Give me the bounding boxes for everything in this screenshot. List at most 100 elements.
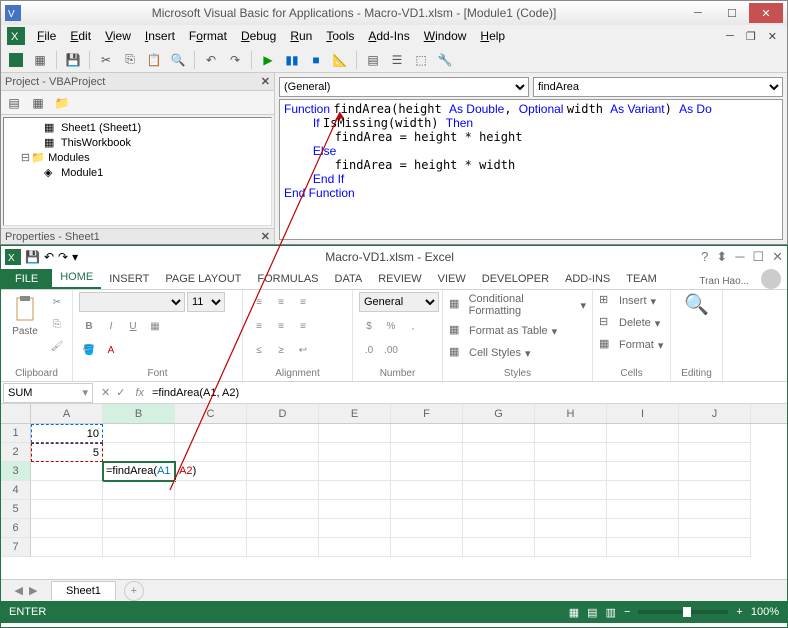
view-excel-icon[interactable]	[5, 49, 27, 71]
project-tree[interactable]: ▦ Sheet1 (Sheet1) ▦ ThisWorkbook ⊟📁 Modu…	[3, 117, 272, 226]
copy-icon[interactable]: ⎘	[47, 314, 67, 334]
format-painter-icon[interactable]: 🖌	[47, 336, 67, 356]
align-center-icon[interactable]: ≡	[271, 316, 291, 336]
align-right-icon[interactable]: ≡	[293, 316, 313, 336]
increase-decimal-icon[interactable]: .0	[359, 340, 379, 360]
align-middle-icon[interactable]: ≡	[271, 292, 291, 312]
tree-module1[interactable]: ◈ Module1	[6, 165, 269, 180]
cell-a2[interactable]: 5	[31, 443, 103, 462]
tab-review[interactable]: REVIEW	[370, 269, 429, 289]
fill-color-icon[interactable]: 🪣	[79, 340, 99, 360]
formula-bar[interactable]: =findArea(A1, A2)	[148, 387, 787, 399]
tab-data[interactable]: DATA	[327, 269, 371, 289]
cancel-icon[interactable]: ✕	[101, 386, 110, 399]
view-object-icon[interactable]: ▦	[27, 92, 49, 114]
font-size-select[interactable]: 11	[187, 292, 225, 312]
conditional-formatting-button[interactable]: ▦Conditional Formatting ▾	[449, 292, 586, 318]
col-header-h[interactable]: H	[535, 404, 607, 423]
col-header-j[interactable]: J	[679, 404, 751, 423]
tab-page-layout[interactable]: PAGE LAYOUT	[157, 269, 249, 289]
run-icon[interactable]: ▶	[257, 49, 279, 71]
col-header-f[interactable]: F	[391, 404, 463, 423]
help-icon[interactable]: ?	[701, 249, 708, 265]
maximize-button[interactable]: ☐	[715, 3, 749, 23]
enter-icon[interactable]: ✓	[116, 386, 125, 399]
close-panel-icon[interactable]: ✕	[261, 75, 270, 88]
tab-home[interactable]: HOME	[52, 267, 101, 289]
menu-edit[interactable]: Edit	[64, 27, 97, 45]
mdi-minimize[interactable]: ─	[722, 30, 738, 43]
properties-panel-header[interactable]: Properties - Sheet1 ✕	[1, 228, 274, 244]
number-format-select[interactable]: General	[359, 292, 439, 312]
fx-icon[interactable]: fx	[131, 387, 148, 399]
properties-icon[interactable]: ☰	[386, 49, 408, 71]
save-icon[interactable]: 💾	[25, 250, 40, 264]
normal-view-icon[interactable]: ▦	[569, 606, 579, 619]
insert-module-icon[interactable]: ▦	[29, 49, 51, 71]
tab-addins[interactable]: ADD-INS	[557, 269, 618, 289]
menu-tools[interactable]: Tools	[320, 27, 360, 45]
paste-button[interactable]: Paste	[7, 292, 43, 339]
row-header-7[interactable]: 7	[1, 538, 31, 557]
italic-icon[interactable]: I	[101, 316, 121, 336]
maximize-button[interactable]: ☐	[752, 249, 764, 265]
zoom-out-button[interactable]: −	[624, 606, 630, 618]
find-icon[interactable]: 🔍	[167, 49, 189, 71]
insert-cells-button[interactable]: ⊞Insert ▾	[599, 292, 656, 310]
cut-icon[interactable]: ✂	[95, 49, 117, 71]
row-header-2[interactable]: 2	[1, 443, 31, 462]
paste-icon[interactable]: 📋	[143, 49, 165, 71]
comma-icon[interactable]: ,	[403, 316, 423, 336]
align-bottom-icon[interactable]: ≡	[293, 292, 313, 312]
row-header-4[interactable]: 4	[1, 481, 31, 500]
menu-help[interactable]: Help	[474, 27, 511, 45]
design-mode-icon[interactable]: 📐	[329, 49, 351, 71]
col-header-b[interactable]: B	[103, 404, 175, 423]
close-button[interactable]: ✕	[749, 3, 783, 23]
menu-view[interactable]: View	[99, 27, 137, 45]
select-all-corner[interactable]	[1, 404, 31, 423]
font-name-select[interactable]	[79, 292, 185, 312]
menu-insert[interactable]: Insert	[139, 27, 181, 45]
tab-view[interactable]: VIEW	[430, 269, 474, 289]
col-header-d[interactable]: D	[247, 404, 319, 423]
bold-icon[interactable]: B	[79, 316, 99, 336]
minimize-button[interactable]: ─	[681, 3, 715, 23]
row-header-5[interactable]: 5	[1, 500, 31, 519]
cut-icon[interactable]: ✂	[47, 292, 67, 312]
project-panel-header[interactable]: Project - VBAProject ✕	[1, 73, 274, 91]
view-code-icon[interactable]: ▤	[3, 92, 25, 114]
decrease-indent-icon[interactable]: ≤	[249, 340, 269, 360]
menu-format[interactable]: Format	[183, 27, 233, 45]
col-header-e[interactable]: E	[319, 404, 391, 423]
code-editor[interactable]: Function findArea(height As Double, Opti…	[279, 99, 783, 240]
find-select-icon[interactable]: 🔍	[684, 292, 709, 317]
tree-modules[interactable]: ⊟📁 Modules	[6, 150, 269, 165]
undo-icon[interactable]: ↶	[200, 49, 222, 71]
undo-icon[interactable]: ↶	[44, 250, 54, 264]
tab-nav-next-icon[interactable]: ▶	[29, 584, 37, 597]
format-as-table-button[interactable]: ▦Format as Table ▾	[449, 322, 557, 340]
folder-icon[interactable]: 📁	[51, 92, 73, 114]
sheet-tab-sheet1[interactable]: Sheet1	[51, 581, 116, 600]
row-header-1[interactable]: 1	[1, 424, 31, 443]
tab-team[interactable]: TEAM	[618, 269, 665, 289]
col-header-c[interactable]: C	[175, 404, 247, 423]
currency-icon[interactable]: $	[359, 316, 379, 336]
tab-nav-prev-icon[interactable]: ◀	[15, 584, 23, 597]
user-name[interactable]: Tran Hao...	[693, 274, 755, 289]
save-icon[interactable]: 💾	[62, 49, 84, 71]
ribbon-options-icon[interactable]: ⬍	[716, 249, 727, 265]
menu-file[interactable]: File	[31, 27, 62, 45]
toolbox-icon[interactable]: 🔧	[434, 49, 456, 71]
underline-icon[interactable]: U	[123, 316, 143, 336]
menu-window[interactable]: Window	[418, 27, 473, 45]
avatar[interactable]	[761, 269, 781, 289]
cell-styles-button[interactable]: ▦Cell Styles ▾	[449, 344, 531, 362]
row-header-3[interactable]: 3	[1, 462, 31, 481]
tab-insert[interactable]: INSERT	[101, 269, 157, 289]
pause-icon[interactable]: ▮▮	[281, 49, 303, 71]
page-break-view-icon[interactable]: ▥	[606, 606, 616, 619]
zoom-level[interactable]: 100%	[751, 606, 779, 618]
object-browser-icon[interactable]: ⬚	[410, 49, 432, 71]
